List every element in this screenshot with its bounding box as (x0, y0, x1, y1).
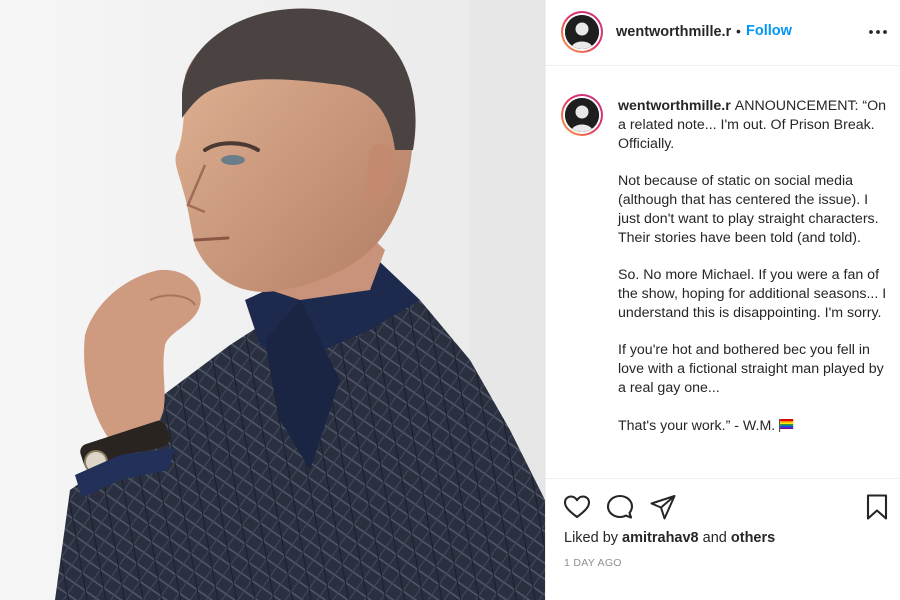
post-photo[interactable] (0, 0, 545, 600)
post-timestamp[interactable]: 1 DAY AGO (564, 557, 622, 569)
avatar[interactable] (561, 11, 603, 53)
send-icon[interactable] (649, 493, 677, 521)
separator-dot: • (736, 23, 741, 39)
post-sidebar: wentworthmille.r • Follow wentworthmille… (545, 0, 900, 600)
post-header: wentworthmille.r • Follow (546, 0, 900, 66)
profile-picture (565, 15, 599, 49)
caption-line: If you're hot and bothered bec you fell … (618, 342, 884, 396)
caption-line: Not because of static on social media (a… (618, 173, 879, 246)
comment-icon[interactable] (606, 493, 634, 521)
liked-by-others-link[interactable]: others (731, 530, 775, 546)
follow-button[interactable]: Follow (746, 23, 792, 39)
caption-line: That's your work.” - W.M. (618, 417, 776, 434)
rainbow-flag-icon (779, 418, 794, 432)
caption-avatar[interactable] (561, 94, 603, 136)
likes-summary: Liked by amitrahav8 and others (564, 530, 776, 546)
bookmark-icon[interactable] (863, 493, 891, 521)
username-link[interactable]: wentworthmille.r (616, 24, 731, 40)
post-caption: wentworthmille.r ANNOUNCEMENT: “On a rela… (618, 97, 888, 435)
liked-by-user-link[interactable]: amitrahav8 (622, 530, 699, 546)
caption-area: wentworthmille.r ANNOUNCEMENT: “On a rela… (546, 66, 900, 478)
heart-icon[interactable] (563, 493, 591, 521)
profile-picture (565, 98, 599, 132)
more-options-icon[interactable] (868, 26, 888, 38)
portrait-image (0, 0, 545, 600)
caption-line: So. No more Michael. If you were a fan o… (618, 267, 887, 321)
caption-username[interactable]: wentworthmille.r (618, 98, 731, 114)
post-actions: Liked by amitrahav8 and others 1 DAY AGO (546, 478, 900, 600)
